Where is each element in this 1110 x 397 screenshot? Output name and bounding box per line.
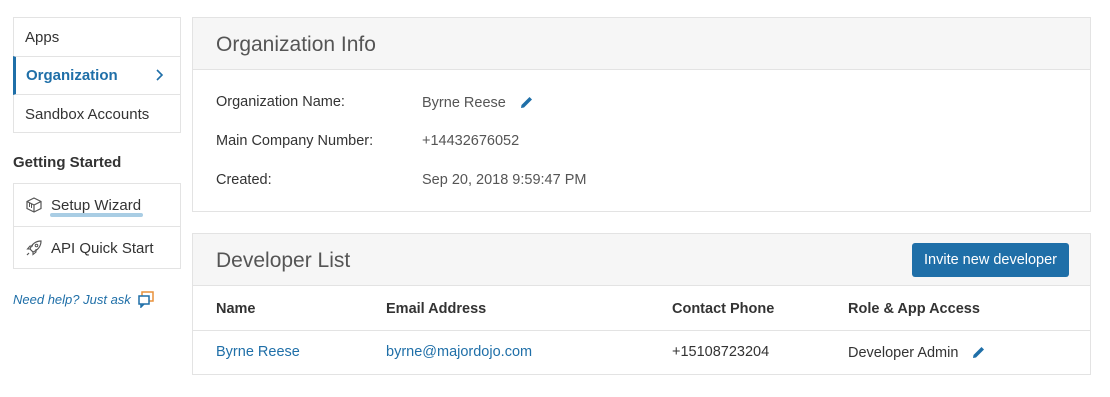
table-row: Byrne Reese byrne@majordojo.com +1510872… bbox=[193, 331, 1090, 375]
sidebar-nav: Apps Organization Sandbox Accounts bbox=[13, 17, 181, 133]
main-company-number-label: Main Company Number: bbox=[216, 133, 374, 149]
developer-name-link[interactable]: Byrne Reese bbox=[216, 344, 300, 360]
help-text: Need help? Just ask bbox=[13, 291, 131, 307]
active-underline bbox=[50, 213, 143, 217]
developer-email-link[interactable]: byrne@majordojo.com bbox=[386, 344, 532, 360]
sidebar-item-apps[interactable]: Apps bbox=[14, 18, 180, 56]
developer-list-panel: Developer List Invite new developer Name… bbox=[192, 233, 1091, 375]
column-header-name: Name bbox=[216, 301, 256, 317]
sidebar-item-organization[interactable]: Organization bbox=[13, 56, 180, 95]
edit-pencil-icon[interactable] bbox=[970, 344, 987, 361]
setup-wizard-link[interactable]: Setup Wizard bbox=[14, 184, 180, 226]
getting-started-list: Setup Wizard API Quick Start bbox=[13, 183, 181, 269]
api-quick-start-label: API Quick Start bbox=[51, 239, 154, 257]
developer-role: Developer Admin bbox=[848, 344, 959, 361]
cube-icon bbox=[26, 197, 42, 213]
developer-list-title: Developer List bbox=[216, 249, 351, 272]
sidebar-item-label: Organization bbox=[26, 67, 118, 84]
sidebar-item-label: Sandbox Accounts bbox=[25, 105, 150, 123]
chat-icon bbox=[138, 291, 154, 308]
edit-pencil-icon[interactable] bbox=[518, 94, 535, 111]
column-header-role: Role & App Access bbox=[848, 301, 980, 317]
created-value: Sep 20, 2018 9:59:47 PM bbox=[422, 172, 587, 188]
org-name-value: Byrne Reese bbox=[422, 94, 506, 111]
rocket-icon bbox=[26, 240, 42, 256]
chevron-right-icon bbox=[156, 69, 164, 81]
developer-phone: +15108723204 bbox=[672, 344, 770, 360]
created-label: Created: bbox=[216, 172, 272, 188]
invite-new-developer-button[interactable]: Invite new developer bbox=[912, 243, 1069, 277]
main-company-number-value: +14432676052 bbox=[422, 133, 520, 149]
column-header-email: Email Address bbox=[386, 301, 487, 317]
panel-header: Developer List Invite new developer bbox=[193, 234, 1090, 286]
column-header-phone: Contact Phone bbox=[672, 301, 775, 317]
panel-header: Organization Info bbox=[193, 18, 1090, 70]
organization-info-title: Organization Info bbox=[216, 33, 376, 56]
sidebar-item-sandbox-accounts[interactable]: Sandbox Accounts bbox=[14, 95, 180, 133]
api-quick-start-link[interactable]: API Quick Start bbox=[14, 226, 180, 269]
developer-role-wrap: Developer Admin bbox=[848, 344, 987, 361]
org-name-value-wrap: Byrne Reese bbox=[422, 94, 535, 111]
help-link[interactable]: Need help? Just ask bbox=[13, 290, 155, 308]
table-header: Name Email Address Contact Phone Role & … bbox=[193, 286, 1090, 331]
setup-wizard-label: Setup Wizard bbox=[51, 196, 142, 214]
sidebar-item-label: Apps bbox=[25, 28, 60, 46]
organization-info-panel: Organization Info Organization Name: Byr… bbox=[192, 17, 1091, 212]
getting-started-heading: Getting Started bbox=[13, 154, 122, 171]
org-name-label: Organization Name: bbox=[216, 94, 345, 110]
